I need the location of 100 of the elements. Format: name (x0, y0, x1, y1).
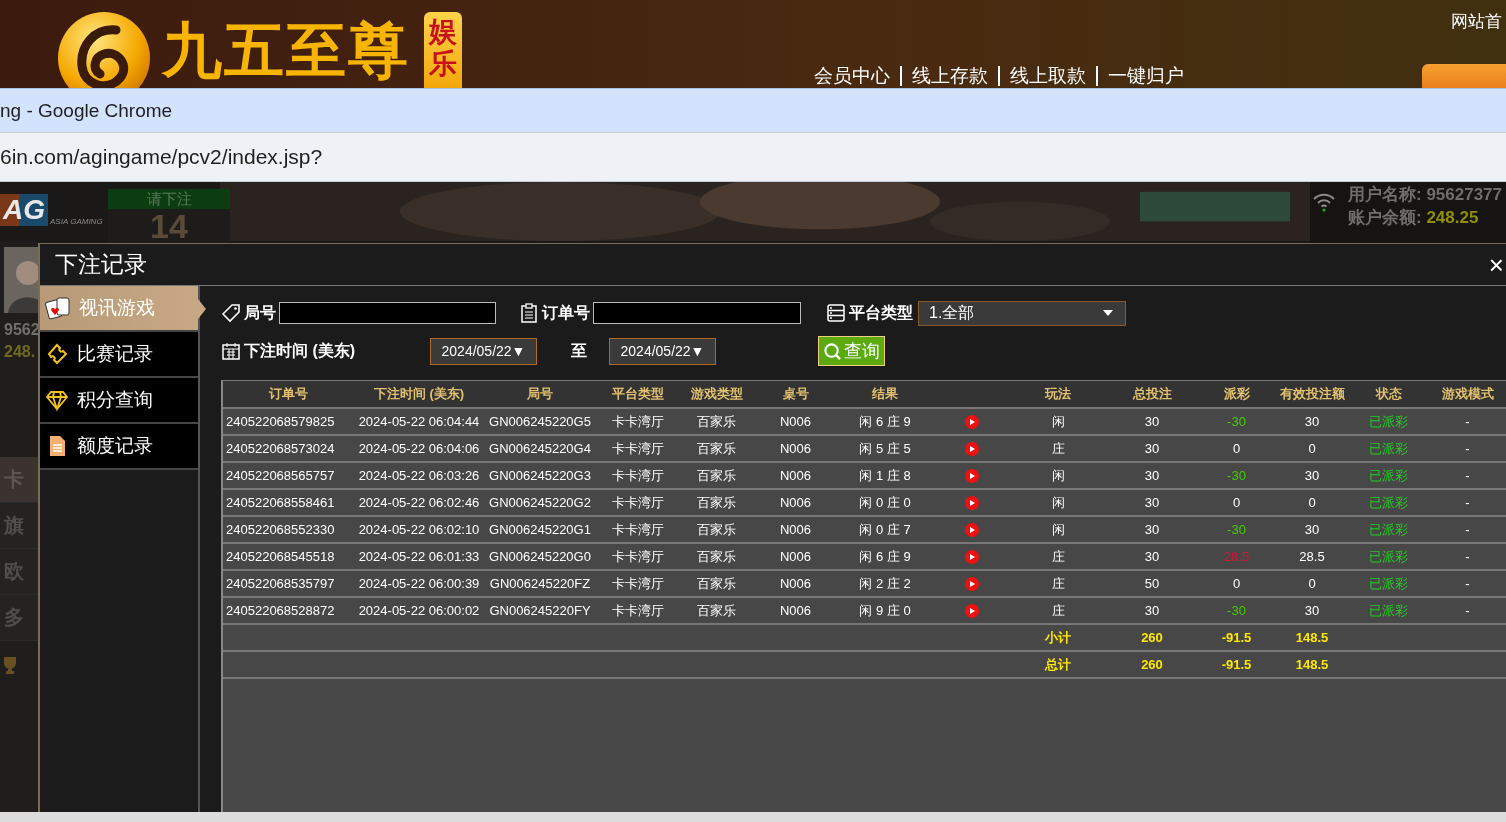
table-cell: 30 (1105, 462, 1199, 489)
table-cell: 240522068528872 (223, 597, 353, 624)
round-input[interactable] (279, 302, 496, 324)
table-cell: N006 (753, 570, 838, 597)
table-cell: 百家乐 (680, 597, 753, 624)
table-cell: 闲 6 庄 9 (838, 408, 932, 435)
summary-cell: 148.5 (1274, 624, 1350, 651)
payout-cell: -30 (1199, 516, 1274, 543)
countdown-number: 14 (150, 209, 188, 243)
summary-cell: 148.5 (1274, 651, 1350, 678)
column-header: 玩法 (1011, 381, 1105, 408)
table-cell: 卡卡湾厅 (595, 543, 680, 570)
order-input[interactable] (593, 302, 801, 324)
payout-cell: 28.5 (1199, 543, 1274, 570)
table-cell: GN006245220G2 (485, 489, 595, 516)
play-icon[interactable] (964, 468, 979, 483)
platform-dropdown[interactable]: 1.全部 (918, 300, 1126, 326)
table-cell: - (1427, 489, 1506, 516)
table-cell: 50 (1105, 570, 1199, 597)
avatar-icon (4, 247, 38, 313)
brand-badge: 娱 乐 (424, 12, 462, 88)
play-icon[interactable] (964, 603, 979, 618)
table-cell: 百家乐 (680, 408, 753, 435)
balance-text: 账户余额: 248.25 (1348, 207, 1480, 229)
status-cell: 已派彩 (1350, 435, 1427, 462)
tag-icon (221, 303, 241, 323)
address-bar[interactable]: 6in.com/agingame/pcv2/index.jsp? (0, 132, 1506, 182)
table-cell: 30 (1105, 516, 1199, 543)
round-label: 局号 (244, 302, 276, 323)
close-button[interactable]: × (1488, 251, 1506, 278)
table-cell: 240522068535797 (223, 570, 353, 597)
summary-cell: -91.5 (1199, 624, 1274, 651)
search-icon (823, 341, 842, 361)
table-cell: 0 (1274, 570, 1350, 597)
status-cell: 已派彩 (1350, 408, 1427, 435)
date-from-field[interactable]: 2024/05/22▼ (430, 337, 537, 365)
table-cell: N006 (753, 408, 838, 435)
summary-cell: 260 (1105, 651, 1199, 678)
table-cell: - (1427, 516, 1506, 543)
table-cell: 2024-05-22 06:04:44 (353, 408, 485, 435)
payout-cell: 0 (1199, 570, 1274, 597)
table-cell: 闲 (1011, 408, 1105, 435)
column-header: 结果 (838, 381, 932, 408)
table-cell: 30 (1105, 408, 1199, 435)
table-cell: 240522068545518 (223, 543, 353, 570)
play-icon[interactable] (964, 495, 979, 510)
table-cell: 2024-05-22 06:02:46 (353, 489, 485, 516)
menu-item[interactable]: 比赛记录 (40, 332, 198, 378)
playing-cards-icon (45, 296, 71, 320)
table-cell: 闲 2 庄 2 (838, 570, 932, 597)
table-cell: 240522068558461 (223, 489, 353, 516)
home-link[interactable]: 网站首 (1451, 10, 1502, 33)
brand-name: 九五至尊 (162, 16, 410, 86)
table-cell: N006 (753, 543, 838, 570)
menu-item[interactable]: 积分查询 (40, 378, 198, 424)
table-cell: 闲 (1011, 489, 1105, 516)
column-header: 总投注 (1105, 381, 1199, 408)
play-icon[interactable] (964, 414, 979, 429)
table-cell: N006 (753, 489, 838, 516)
table-cell: 卡卡湾厅 (595, 408, 680, 435)
column-header: 状态 (1350, 381, 1427, 408)
table-cell: 百家乐 (680, 543, 753, 570)
table-cell: GN006245220G4 (485, 435, 595, 462)
table-cell: 卡卡湾厅 (595, 462, 680, 489)
status-cell: 已派彩 (1350, 543, 1427, 570)
table-cell: 庄 (1011, 435, 1105, 462)
status-cell: 已派彩 (1350, 516, 1427, 543)
table-cell: 闲 9 庄 0 (838, 597, 932, 624)
ticket-icon (45, 342, 69, 366)
table-cell: GN006245220G1 (485, 516, 595, 543)
nav-link[interactable]: 线上存款 (912, 64, 988, 88)
play-icon[interactable] (964, 576, 979, 591)
table-cell: 闲 0 庄 7 (838, 516, 932, 543)
summary-cell: -91.5 (1199, 651, 1274, 678)
nav-link[interactable]: 线上取款 (1010, 64, 1086, 88)
payout-cell: 0 (1199, 489, 1274, 516)
table-cell: 闲 (1011, 516, 1105, 543)
table-cell: 卡卡湾厅 (595, 489, 680, 516)
table-cell: - (1427, 543, 1506, 570)
play-icon[interactable] (964, 522, 979, 537)
table-cell: - (1427, 408, 1506, 435)
play-icon[interactable] (964, 441, 979, 456)
table-cell: GN006245220G3 (485, 462, 595, 489)
to-label: 至 (571, 340, 587, 361)
column-header: 游戏类型 (680, 381, 753, 408)
date-to-field[interactable]: 2024/05/22▼ (609, 337, 716, 365)
play-icon[interactable] (964, 549, 979, 564)
platform-label: 平台类型 (849, 302, 913, 323)
summary-cell: 260 (1105, 624, 1199, 651)
nav-link[interactable]: 会员中心 (814, 64, 890, 88)
table-cell: 0 (1274, 435, 1350, 462)
table-cell: 百家乐 (680, 462, 753, 489)
status-cell: 已派彩 (1350, 489, 1427, 516)
column-header: 桌号 (753, 381, 838, 408)
menu-item[interactable]: 额度记录 (40, 424, 198, 470)
table-cell: 2024-05-22 06:02:10 (353, 516, 485, 543)
nav-link[interactable]: 一键归户 (1108, 64, 1184, 88)
table-cell: 30 (1274, 597, 1350, 624)
table-cell: 卡卡湾厅 (595, 516, 680, 543)
calendar-icon (221, 341, 241, 361)
